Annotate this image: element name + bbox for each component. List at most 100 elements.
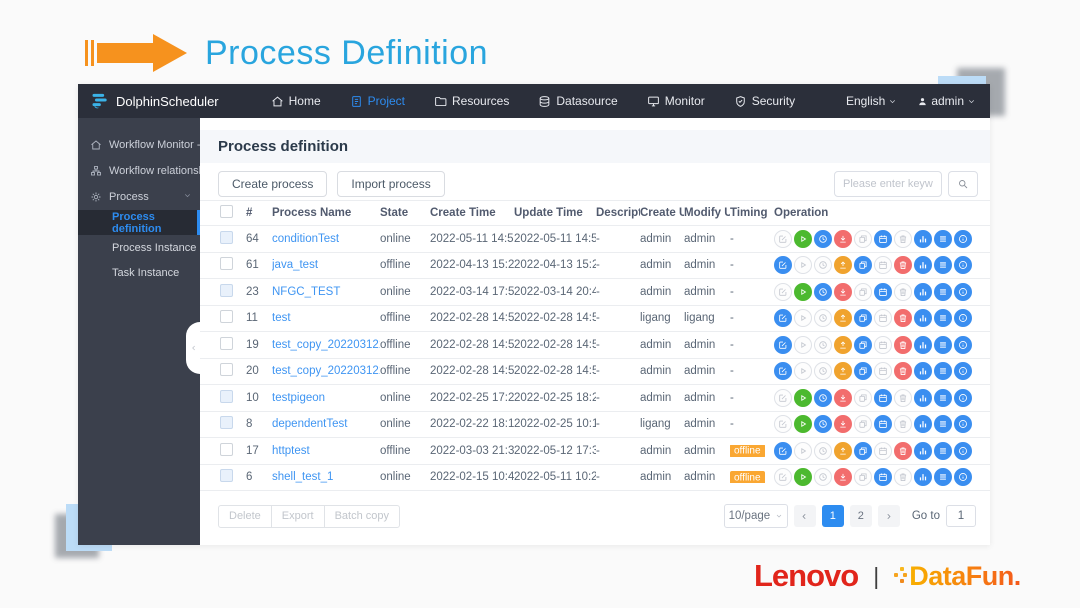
tree-view-button[interactable]	[914, 415, 932, 434]
row-checkbox[interactable]	[220, 469, 233, 483]
version-button[interactable]	[934, 441, 952, 460]
edit-button[interactable]	[774, 441, 792, 460]
process-name-link[interactable]: test_copy_20220312142619345	[272, 339, 380, 351]
row-checkbox[interactable]	[220, 389, 233, 403]
copy-button[interactable]	[854, 388, 872, 407]
delete-button[interactable]	[894, 362, 912, 381]
online-button[interactable]	[834, 335, 852, 354]
tree-view-button[interactable]	[914, 282, 932, 301]
version-button[interactable]	[934, 415, 952, 434]
delete-button[interactable]	[894, 415, 912, 434]
info-button[interactable]	[954, 362, 972, 381]
row-checkbox[interactable]	[220, 442, 233, 456]
offline-button[interactable]	[834, 468, 852, 487]
process-name-link[interactable]: shell_test_1	[272, 471, 333, 483]
process-name-link[interactable]: conditionTest	[272, 233, 339, 245]
version-button[interactable]	[934, 282, 952, 301]
info-button[interactable]	[954, 415, 972, 434]
version-button[interactable]	[934, 335, 952, 354]
version-button[interactable]	[934, 229, 952, 248]
next-page-button[interactable]	[877, 505, 900, 527]
delete-button[interactable]: Delete	[218, 504, 272, 528]
tree-view-button[interactable]	[914, 229, 932, 248]
info-button[interactable]	[954, 229, 972, 248]
row-checkbox[interactable]	[220, 230, 233, 244]
info-button[interactable]	[954, 468, 972, 487]
online-button[interactable]	[834, 309, 852, 328]
delete-button[interactable]	[894, 441, 912, 460]
version-button[interactable]	[934, 388, 952, 407]
info-button[interactable]	[954, 282, 972, 301]
run-button[interactable]	[794, 309, 812, 328]
copy-button[interactable]	[854, 256, 872, 275]
process-name-link[interactable]: httptest	[272, 445, 310, 457]
sidebar-item-process[interactable]: Process	[78, 184, 200, 210]
info-button[interactable]	[954, 309, 972, 328]
process-name-link[interactable]: test_copy_20220312143540602	[272, 365, 380, 377]
run-button[interactable]	[794, 388, 812, 407]
cron-manage-button[interactable]	[874, 415, 892, 434]
run-button[interactable]	[794, 256, 812, 275]
offline-button[interactable]	[834, 282, 852, 301]
delete-button[interactable]	[894, 388, 912, 407]
prev-page-button[interactable]	[793, 505, 816, 527]
tree-view-button[interactable]	[914, 256, 932, 275]
cron-manage-button[interactable]	[874, 468, 892, 487]
import-process-button[interactable]: Import process	[337, 171, 445, 197]
tree-view-button[interactable]	[914, 335, 932, 354]
copy-button[interactable]	[854, 335, 872, 354]
delete-button[interactable]	[894, 335, 912, 354]
online-button[interactable]	[834, 362, 852, 381]
timing-button[interactable]	[814, 282, 832, 301]
timing-button[interactable]	[814, 229, 832, 248]
cron-manage-button[interactable]	[874, 335, 892, 354]
edit-button[interactable]	[774, 229, 792, 248]
info-button[interactable]	[954, 335, 972, 354]
timing-button[interactable]	[814, 441, 832, 460]
cron-manage-button[interactable]	[874, 309, 892, 328]
row-checkbox[interactable]	[220, 363, 233, 377]
version-button[interactable]	[934, 309, 952, 328]
sidebar-item-task-instance[interactable]: Task Instance	[78, 260, 200, 285]
row-checkbox[interactable]	[220, 336, 233, 350]
timing-button[interactable]	[814, 256, 832, 275]
timing-button[interactable]	[814, 388, 832, 407]
online-button[interactable]	[834, 256, 852, 275]
process-name-link[interactable]: testpigeon	[272, 392, 325, 404]
row-checkbox[interactable]	[220, 257, 233, 271]
page-button-1[interactable]: 1	[821, 505, 844, 527]
timing-button[interactable]	[814, 468, 832, 487]
delete-button[interactable]	[894, 282, 912, 301]
copy-button[interactable]	[854, 468, 872, 487]
nav-item-monitor[interactable]: Monitor	[647, 94, 705, 108]
run-button[interactable]	[794, 415, 812, 434]
copy-button[interactable]	[854, 282, 872, 301]
create-process-button[interactable]: Create process	[218, 171, 328, 197]
sidebar-item-process-instance[interactable]: Process Instance	[78, 235, 200, 260]
batch-copy-button[interactable]: Batch copy	[323, 504, 401, 528]
run-button[interactable]	[794, 468, 812, 487]
row-checkbox[interactable]	[220, 283, 233, 297]
copy-button[interactable]	[854, 441, 872, 460]
process-name-link[interactable]: java_test	[272, 259, 318, 271]
timing-button[interactable]	[814, 335, 832, 354]
timing-button[interactable]	[814, 362, 832, 381]
copy-button[interactable]	[854, 362, 872, 381]
tree-view-button[interactable]	[914, 441, 932, 460]
row-checkbox[interactable]	[220, 416, 233, 430]
edit-button[interactable]	[774, 335, 792, 354]
edit-button[interactable]	[774, 362, 792, 381]
nav-item-home[interactable]: Home	[271, 94, 321, 108]
sidebar-item-workflow-monitor[interactable]: Workflow Monitor - li_pr...	[78, 132, 200, 158]
cron-manage-button[interactable]	[874, 388, 892, 407]
version-button[interactable]	[934, 468, 952, 487]
sidebar-item-workflow-relationship[interactable]: Workflow relationship	[78, 158, 200, 184]
edit-button[interactable]	[774, 256, 792, 275]
info-button[interactable]	[954, 441, 972, 460]
brand[interactable]: DolphinScheduler	[90, 91, 219, 111]
nav-item-project[interactable]: Project	[350, 94, 405, 108]
delete-button[interactable]	[894, 229, 912, 248]
process-name-link[interactable]: dependentTest	[272, 418, 347, 430]
delete-button[interactable]	[894, 309, 912, 328]
edit-button[interactable]	[774, 468, 792, 487]
